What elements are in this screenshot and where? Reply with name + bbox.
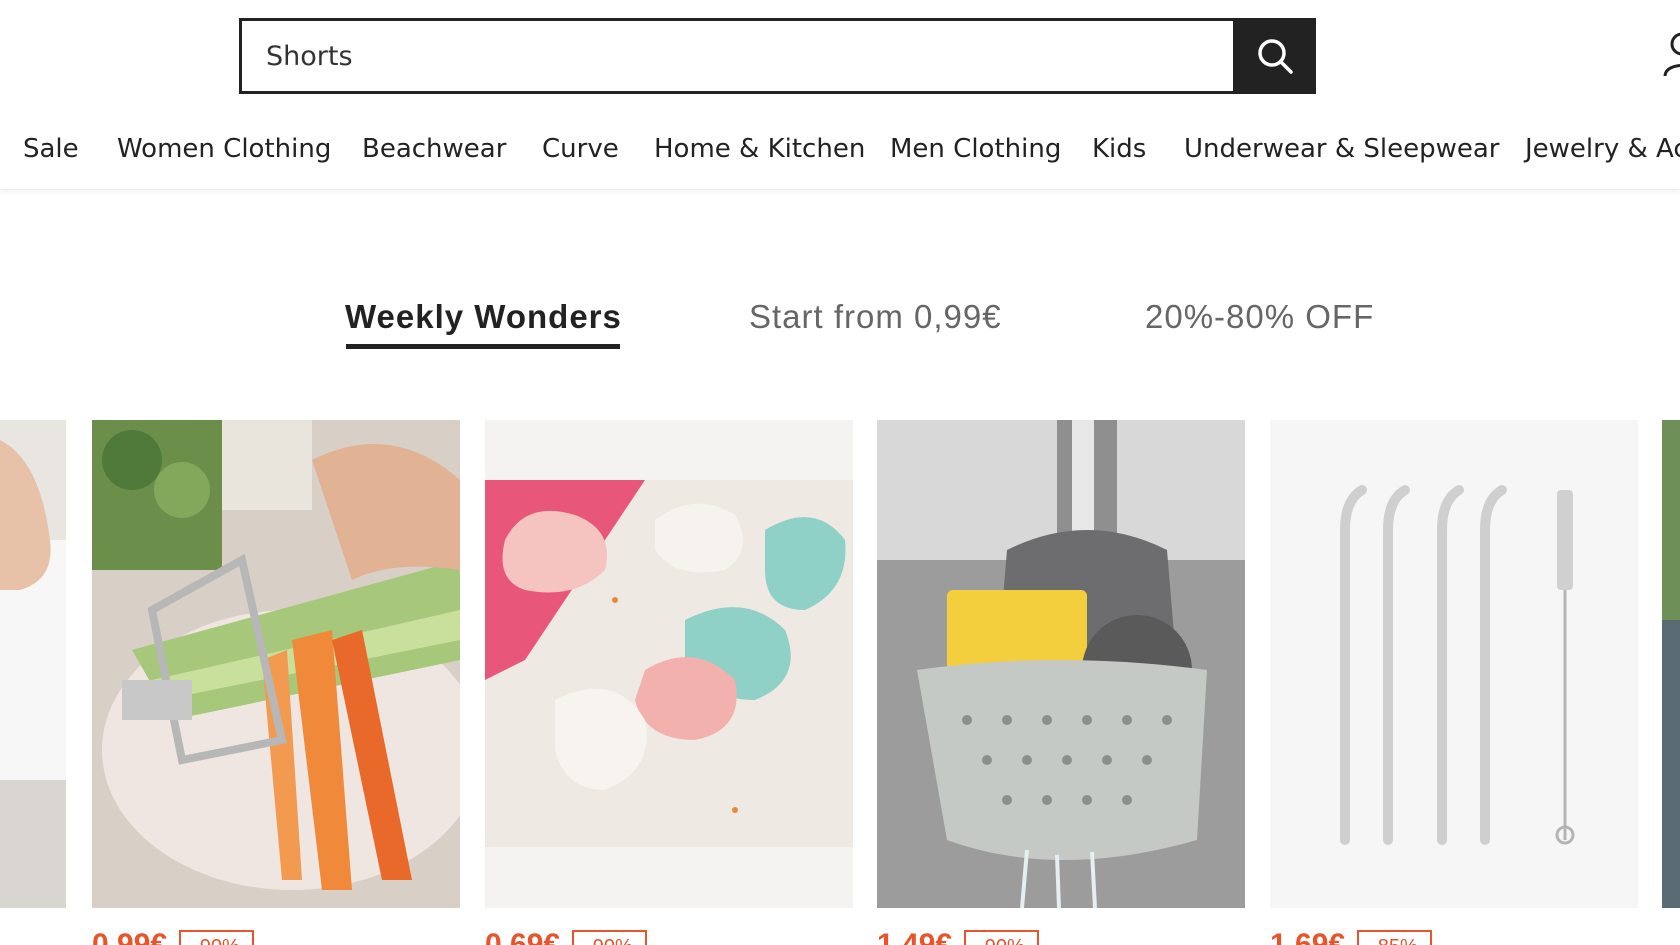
category-nav: Sale Women Clothing Beachwear Curve Home… (0, 118, 1680, 190)
search-bar (239, 18, 1316, 94)
product-image (877, 420, 1245, 908)
product-card-partial-left[interactable] (0, 420, 66, 908)
product-price: 0,69€ (485, 930, 560, 945)
nav-item-curve[interactable]: Curve (542, 134, 619, 164)
discount-badge: -90% (572, 930, 647, 945)
product-image (1270, 420, 1638, 908)
product-price-row: 0,69€ -90% (485, 930, 647, 945)
product-card[interactable] (92, 420, 460, 908)
tab-start-from[interactable]: Start from 0,99€ (749, 298, 1002, 336)
product-price-row: 1,49€ -90% (877, 930, 1039, 945)
product-card[interactable] (485, 420, 853, 908)
active-tab-indicator (346, 344, 620, 349)
discount-badge: -90% (964, 930, 1039, 945)
product-price-row: 0,99€ -90% (92, 930, 254, 945)
product-price: 1,69€ (1270, 930, 1345, 945)
discount-badge: -85% (1357, 930, 1432, 945)
product-card-partial-right[interactable] (1662, 420, 1680, 908)
user-icon[interactable] (1662, 30, 1680, 78)
search-input[interactable] (239, 18, 1233, 94)
nav-item-jewelry-accessories[interactable]: Jewelry & Acc (1525, 134, 1680, 164)
nav-item-sale[interactable]: Sale (23, 134, 79, 164)
nav-item-beachwear[interactable]: Beachwear (362, 134, 506, 164)
nav-item-home-kitchen[interactable]: Home & Kitchen (654, 134, 865, 164)
product-image (1662, 420, 1680, 908)
discount-badge: -90% (179, 930, 254, 945)
product-price: 1,49€ (877, 930, 952, 945)
product-image (485, 420, 853, 908)
product-card[interactable] (877, 420, 1245, 908)
nav-item-women-clothing[interactable]: Women Clothing (117, 134, 331, 164)
product-price: 0,99€ (92, 930, 167, 945)
nav-item-kids[interactable]: Kids (1092, 134, 1146, 164)
tab-discount-range[interactable]: 20%-80% OFF (1145, 298, 1374, 336)
nav-item-underwear-sleepwear[interactable]: Underwear & Sleepwear (1184, 134, 1500, 164)
nav-item-men-clothing[interactable]: Men Clothing (890, 134, 1061, 164)
product-image (0, 420, 66, 908)
product-price-row: 1,69€ -85% (1270, 930, 1432, 945)
tab-weekly-wonders[interactable]: Weekly Wonders (345, 298, 622, 336)
product-image (92, 420, 460, 908)
search-button[interactable] (1233, 18, 1316, 94)
product-card[interactable] (1270, 420, 1638, 908)
search-icon (1257, 39, 1293, 74)
